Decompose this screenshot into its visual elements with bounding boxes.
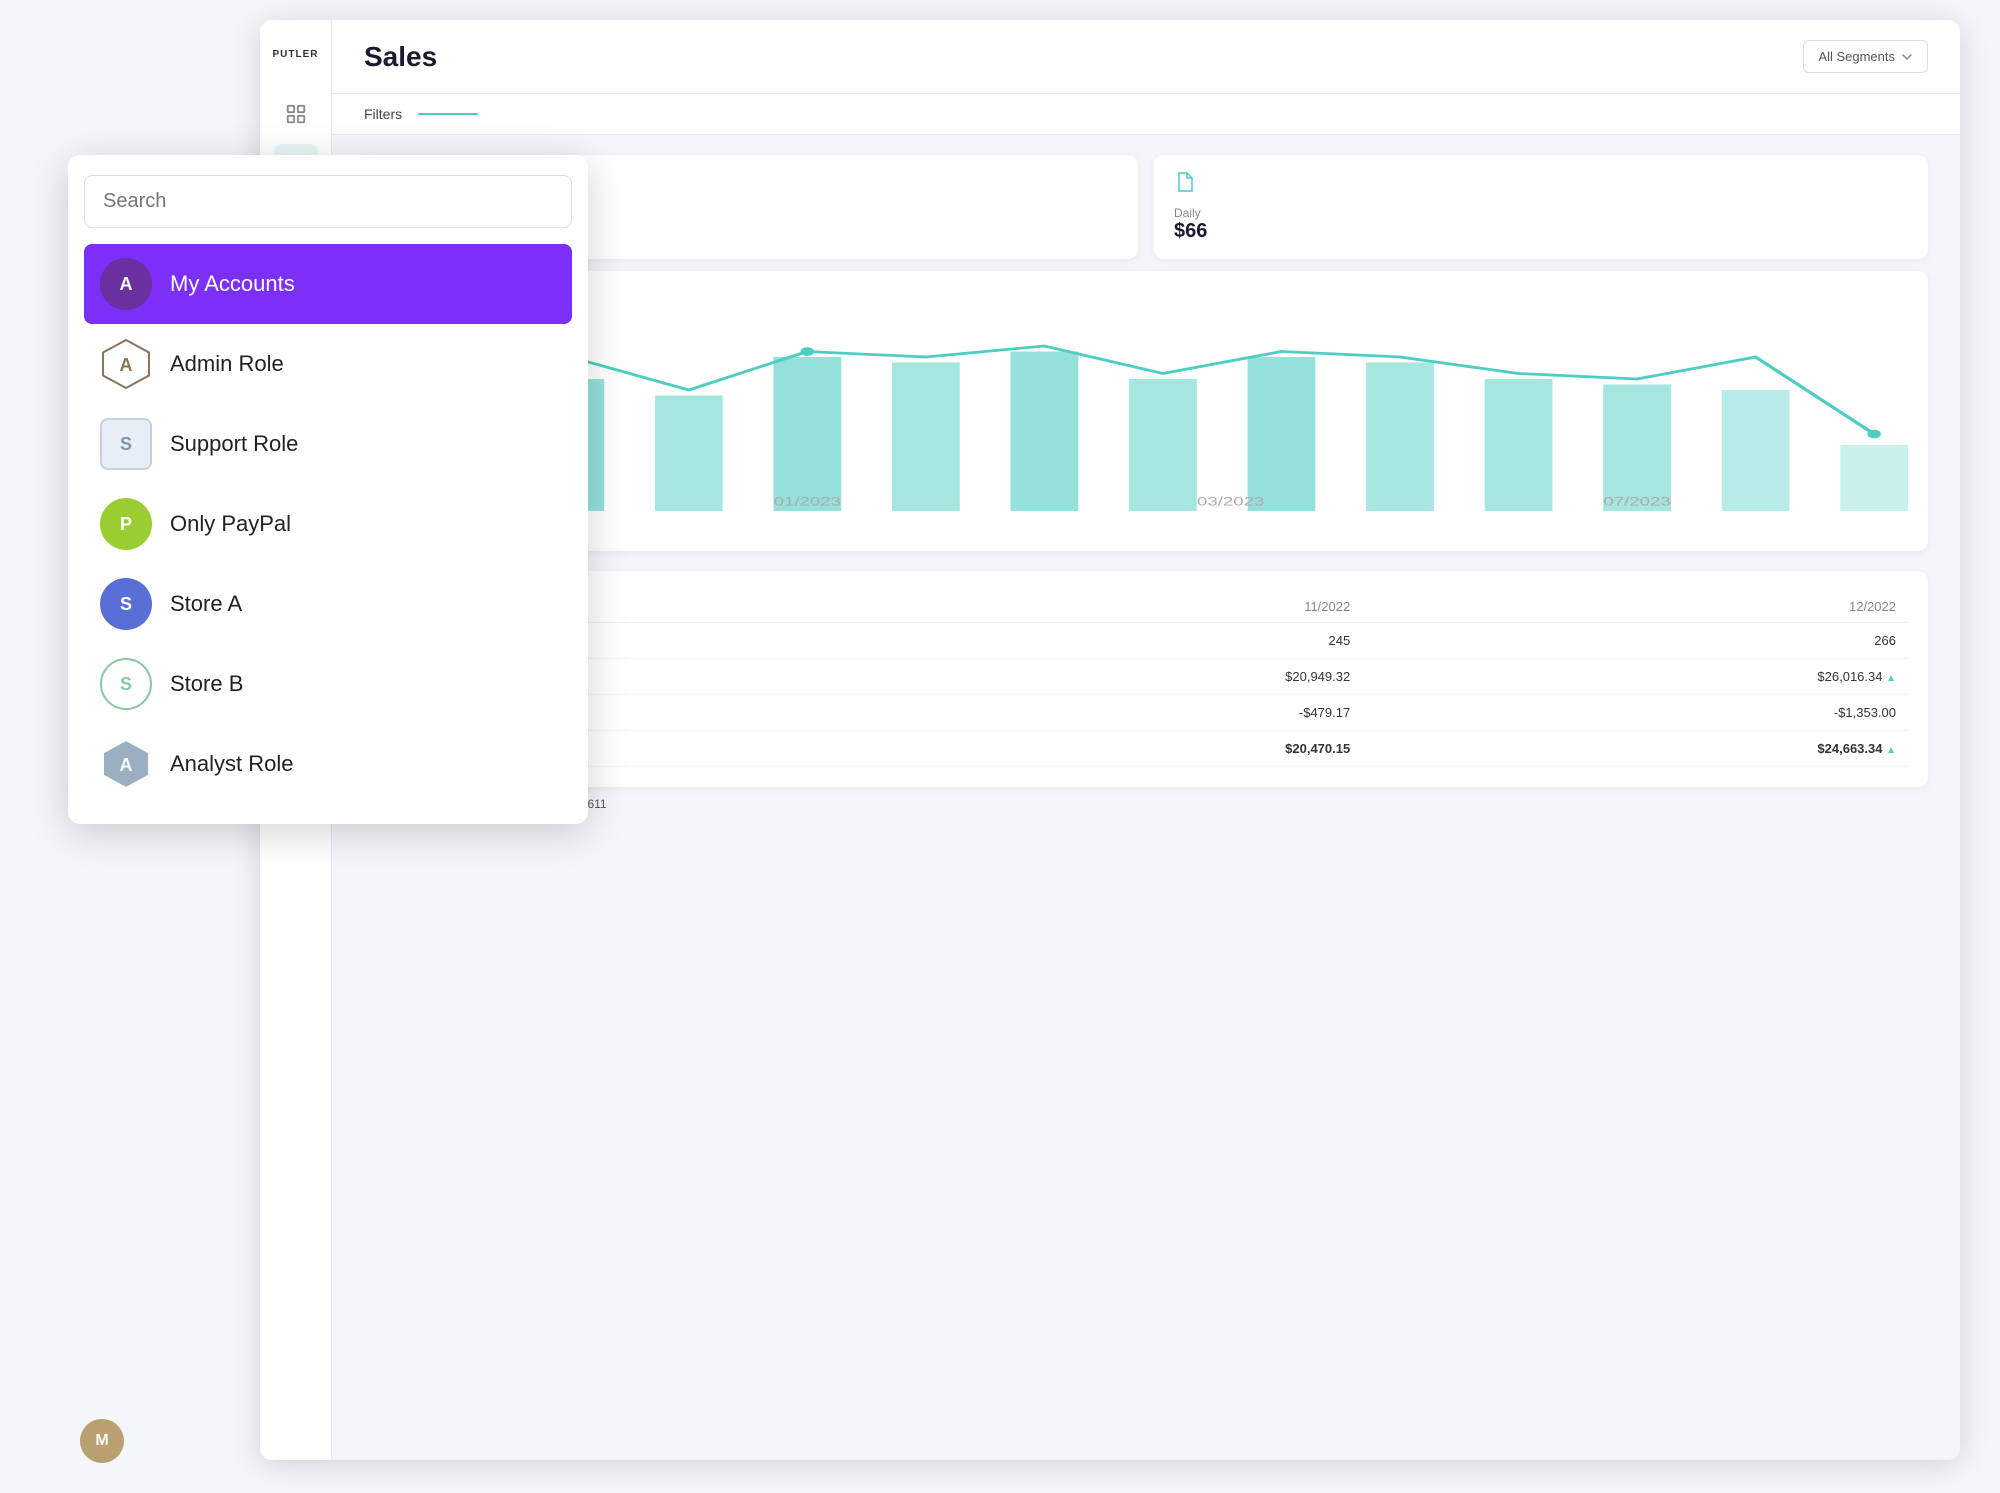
filters-label: Filters bbox=[364, 106, 402, 122]
item-avatar-store-b: S bbox=[100, 658, 152, 710]
item-label-my-accounts: My Accounts bbox=[170, 271, 295, 297]
table-cell-v2: 266 bbox=[1362, 623, 1908, 659]
svg-text:03/2023: 03/2023 bbox=[1197, 495, 1265, 508]
table-cell-v1: $20,949.32 bbox=[888, 659, 1362, 695]
topbar: Sales All Segments bbox=[332, 20, 1960, 94]
filter-indicator bbox=[418, 113, 478, 115]
sidebar-icon-grid[interactable] bbox=[274, 92, 318, 136]
table-cell-v2: -$1,353.00 bbox=[1362, 695, 1908, 731]
daily-value: $66 bbox=[1174, 220, 1207, 242]
dropdown-items-list: A My Accounts A Admin Role S Support Rol… bbox=[84, 244, 572, 804]
app-logo: PUTLER bbox=[268, 36, 324, 72]
item-label-only-paypal: Only PayPal bbox=[170, 511, 291, 537]
daily-card: Daily $66 bbox=[1154, 155, 1928, 259]
data-table: 11/2022 12/2022 Orders 245 266 Gross Sal… bbox=[384, 591, 1908, 767]
table-row: Refunds -$479.17 -$1,353.00 bbox=[384, 695, 1908, 731]
filters-bar: Filters bbox=[332, 94, 1960, 135]
table-cell-v2: $24,663.34 ▲ bbox=[1362, 731, 1908, 767]
document-icon bbox=[1174, 171, 1196, 193]
sales-chart: 11/2022 01/2023 03/2023 07/2023 $30,000 … bbox=[384, 291, 1908, 511]
item-avatar-analyst-role: A bbox=[100, 738, 152, 790]
table-header-col1: 11/2022 bbox=[888, 591, 1362, 623]
chart-section: 11/2022 01/2023 03/2023 07/2023 $30,000 … bbox=[364, 271, 1928, 551]
item-label-analyst-role: Analyst Role bbox=[170, 751, 294, 777]
svg-text:07/2023: 07/2023 bbox=[1603, 495, 1671, 508]
svg-text:A: A bbox=[120, 355, 133, 375]
table-row: Gross Sales $20,949.32 $26,016.34 ▲ bbox=[384, 659, 1908, 695]
item-avatar-store-a: S bbox=[100, 578, 152, 630]
table-row: Net Sales $20,470.15 $24,663.34 ▲ bbox=[384, 731, 1908, 767]
table-row: Orders 245 266 bbox=[384, 623, 1908, 659]
search-input[interactable] bbox=[84, 175, 572, 228]
item-label-store-a: Store A bbox=[170, 591, 242, 617]
page-title: Sales bbox=[364, 41, 437, 73]
table-cell-v1: -$479.17 bbox=[888, 695, 1362, 731]
account-dropdown: A My Accounts A Admin Role S Support Rol… bbox=[68, 155, 588, 824]
item-avatar-support-role: S bbox=[100, 418, 152, 470]
daily-icon-wrap bbox=[1174, 171, 1908, 198]
item-avatar-only-paypal: P bbox=[100, 498, 152, 550]
daily-label: Daily bbox=[1174, 206, 1908, 220]
table-cell-v2: $26,016.34 ▲ bbox=[1362, 659, 1908, 695]
svg-text:A: A bbox=[120, 755, 133, 775]
dropdown-item-only-paypal[interactable]: P Only PayPal bbox=[84, 484, 572, 564]
dropdown-item-store-a[interactable]: S Store A bbox=[84, 564, 572, 644]
item-avatar-my-accounts: A bbox=[100, 258, 152, 310]
search-wrapper bbox=[84, 175, 572, 228]
dropdown-item-store-b[interactable]: S Store B bbox=[84, 644, 572, 724]
svg-text:01/2023: 01/2023 bbox=[774, 495, 842, 508]
table-cell-v1: 245 bbox=[888, 623, 1362, 659]
dropdown-item-my-accounts[interactable]: A My Accounts bbox=[84, 244, 572, 324]
item-label-store-b: Store B bbox=[170, 671, 243, 697]
table-header-col2: 12/2022 bbox=[1362, 591, 1908, 623]
dropdown-item-analyst-role[interactable]: A Analyst Role bbox=[84, 724, 572, 804]
item-label-support-role: Support Role bbox=[170, 431, 298, 457]
table-cell-v1: $20,470.15 bbox=[888, 731, 1362, 767]
item-label-admin-role: Admin Role bbox=[170, 351, 284, 377]
table-section: 11/2022 12/2022 Orders 245 266 Gross Sal… bbox=[364, 571, 1928, 787]
dropdown-item-support-role[interactable]: S Support Role bbox=[84, 404, 572, 484]
segments-dropdown[interactable]: All Segments bbox=[1803, 40, 1928, 73]
user-avatar[interactable]: M bbox=[80, 1419, 124, 1463]
dropdown-item-admin-role[interactable]: A Admin Role bbox=[84, 324, 572, 404]
item-avatar-admin-role: A bbox=[100, 338, 152, 390]
